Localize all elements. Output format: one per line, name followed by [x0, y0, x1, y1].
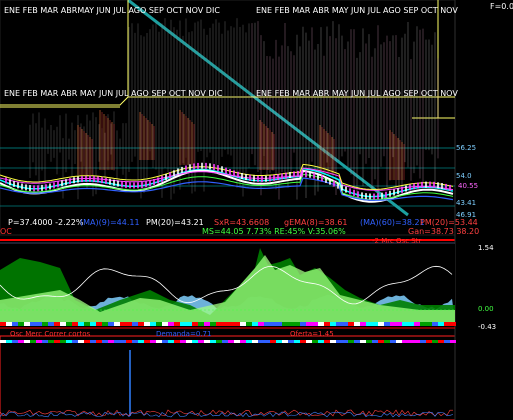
formula-label: F=0.0	[490, 2, 513, 11]
vol-right-label: Oferta=1.45	[290, 330, 334, 338]
month-axis-mid-1: ENE FEB MAR ABR MAY JUN JUL AGO SEP OCT …	[4, 89, 223, 98]
oc-label: OC	[0, 227, 12, 236]
gain-line: Gan=38.73 38.20	[408, 227, 480, 236]
vol-left-label: Osc Merc Correr cortos	[10, 330, 91, 338]
price-label-2: 54.0	[456, 172, 472, 180]
month-axis-2: ENE FEB MAR ABR MAY JUN JUL AGO SEP OCT …	[256, 6, 458, 15]
osc-bottom-value: -0.43	[478, 323, 497, 331]
price-label-1: 56.25	[456, 144, 477, 152]
chart-window: ENE FEB MAR ABRMAY JUN JUL AGO SEP OCT N…	[0, 0, 513, 420]
sxr-label: SxR=43.6608	[214, 218, 270, 227]
p-value: P=37.4000	[8, 218, 53, 227]
month-axis-mid-2: ENE FEB MAR ABR MAY JUN JUL AGO SEP OCT …	[256, 89, 458, 98]
volume-panel-frame	[0, 335, 456, 420]
vol-mid-label: Demanda=0.71	[156, 330, 212, 338]
price-label-4: 40.55	[458, 182, 479, 190]
chart-canvas	[0, 0, 456, 420]
gema-label: gEMA(8)=38.61	[284, 218, 348, 227]
price-value: P=37.4000 -2.22%	[8, 218, 83, 227]
osc-title: -2 Mrc Osc Str	[372, 237, 422, 245]
ms-line: MS=44.05 7.73% RE:45% V:35.06%	[202, 227, 346, 236]
ma60-label: (MA)(60)=38.21	[360, 218, 425, 227]
osc-zero-value: 0.00	[478, 305, 494, 313]
month-axis-1: ENE FEB MAR ABRMAY JUN JUL AGO SEP OCT N…	[4, 6, 220, 15]
pm20b-label: PM(20)=53.44	[420, 218, 478, 227]
price-label-3: 43.41	[456, 199, 477, 207]
pm20-label: PM(20)=43.21	[146, 218, 204, 227]
osc-top-value: 1.54	[478, 244, 494, 252]
ma-short: (MA)(9)=44.11	[80, 218, 140, 227]
